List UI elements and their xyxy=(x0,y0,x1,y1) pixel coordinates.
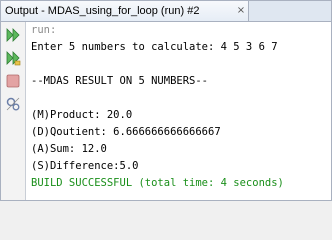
console-line: (S)Difference:5.0 xyxy=(31,160,139,172)
console-line: (M)Product: 20.0 xyxy=(31,109,133,121)
stop-button[interactable] xyxy=(4,72,22,90)
rerun-icon xyxy=(6,28,20,42)
console-line: (D)Qoutient: 6.666666666666667 xyxy=(31,126,221,138)
close-icon[interactable]: × xyxy=(235,5,247,17)
tab-output[interactable]: Output - MDAS_using_for_loop (run) #2 × xyxy=(1,1,249,21)
tab-title: Output - MDAS_using_for_loop (run) #2 xyxy=(5,5,200,17)
settings-icon xyxy=(6,97,20,111)
console-line: Enter 5 numbers to calculate: 4 5 3 6 7 xyxy=(31,41,278,53)
settings-button[interactable] xyxy=(4,95,22,113)
rerun-button[interactable] xyxy=(4,26,22,44)
tab-strip: Output - MDAS_using_for_loop (run) #2 × xyxy=(1,1,331,22)
console-output[interactable]: run: Enter 5 numbers to calculate: 4 5 3… xyxy=(31,22,329,198)
build-status: BUILD SUCCESSFUL (total time: 4 seconds) xyxy=(31,177,284,189)
console-line: run: xyxy=(31,24,57,36)
stop-icon xyxy=(6,74,20,88)
output-toolbar xyxy=(1,22,26,200)
rerun-with-options-button[interactable] xyxy=(4,49,22,67)
output-window: Output - MDAS_using_for_loop (run) #2 × xyxy=(0,0,332,201)
console-line: --MDAS RESULT ON 5 NUMBERS-- xyxy=(31,75,209,87)
rerun-with-options-icon xyxy=(6,51,21,66)
console-line: (A)Sum: 12.0 xyxy=(31,143,107,155)
